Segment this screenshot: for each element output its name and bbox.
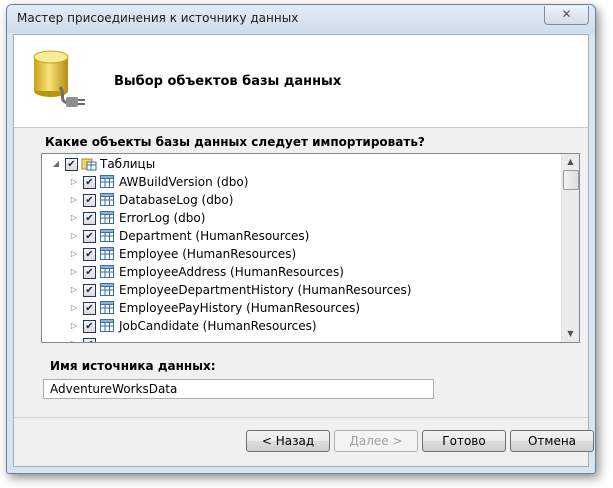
- item-label: EmployeePayHistory (HumanResources): [119, 301, 361, 315]
- scroll-up-arrow-icon[interactable]: ▲: [562, 154, 579, 170]
- item-label: JobCandidate (HumanResources): [119, 319, 317, 333]
- expand-arrow-icon[interactable]: ▷: [69, 191, 79, 209]
- collapse-arrow-icon[interactable]: ◢: [51, 155, 61, 173]
- item-label: EmployeeDepartmentHistory (HumanResource…: [119, 283, 412, 297]
- item-checkbox[interactable]: ✔: [83, 284, 96, 297]
- table-icon: [100, 211, 114, 224]
- expand-arrow-icon[interactable]: ▷: [69, 335, 79, 342]
- tree-scrollbar[interactable]: ▲ ▼: [561, 154, 579, 342]
- table-icon: [100, 265, 114, 278]
- item-label: EmployeeAddress (HumanResources): [119, 265, 344, 279]
- datasource-name-input[interactable]: [43, 379, 434, 399]
- item-label: DatabaseLog (dbo): [119, 193, 234, 207]
- expand-arrow-icon[interactable]: ▷: [69, 263, 79, 281]
- item-checkbox[interactable]: ✔: [83, 194, 96, 207]
- item-label: AWBuildVersion (dbo): [119, 175, 249, 189]
- next-button[interactable]: Далее >: [334, 430, 418, 452]
- tree-root-label: Таблицы: [100, 157, 156, 171]
- wizard-header: Выбор объектов базы данных: [14, 35, 588, 128]
- window-title: Мастер присоединения к источнику данных: [17, 11, 299, 25]
- cancel-button[interactable]: Отмена: [510, 430, 594, 452]
- item-checkbox[interactable]: ✔: [83, 176, 96, 189]
- wizard-window: Мастер присоединения к источнику данных …: [6, 4, 596, 474]
- close-button[interactable]: ✕: [544, 6, 589, 25]
- expand-arrow-icon[interactable]: ▷: [69, 173, 79, 191]
- expand-arrow-icon[interactable]: ▷: [69, 299, 79, 317]
- expand-arrow-icon[interactable]: ▷: [69, 245, 79, 263]
- finish-button[interactable]: Готово: [422, 430, 506, 452]
- datasource-name-label: Имя источника данных:: [50, 359, 216, 373]
- table-icon: [100, 319, 114, 332]
- item-checkbox[interactable]: ✔: [83, 230, 96, 243]
- database-objects-tree[interactable]: ◢ ✔ Таблицы ▷ ✔ AWBuildVersion (dbo) ▷ ✔: [41, 153, 580, 343]
- item-checkbox[interactable]: ✔: [83, 302, 96, 315]
- title-bar: Мастер присоединения к источнику данных …: [7, 5, 595, 33]
- item-checkbox[interactable]: ✔: [83, 248, 96, 261]
- tables-folder-icon: [81, 158, 97, 171]
- item-checkbox[interactable]: ✔: [83, 320, 96, 333]
- item-label: Department (HumanResources): [119, 229, 310, 243]
- button-separator: [14, 417, 588, 418]
- item-checkbox[interactable]: ✔: [83, 266, 96, 279]
- scroll-down-arrow-icon[interactable]: ▼: [562, 326, 579, 342]
- checkbox-tables[interactable]: ✔: [65, 158, 78, 171]
- wizard-content: Выбор объектов базы данных Какие объекты…: [13, 34, 594, 467]
- item-label: ErrorLog (dbo): [119, 211, 206, 225]
- item-checkbox[interactable]: ✔: [83, 338, 96, 342]
- item-label: Employee (HumanResources): [119, 247, 297, 261]
- scroll-thumb[interactable]: [563, 170, 579, 190]
- table-icon: [100, 301, 114, 314]
- expand-arrow-icon[interactable]: ▷: [69, 281, 79, 299]
- table-icon: [100, 247, 114, 260]
- back-button[interactable]: < Назад: [246, 430, 330, 452]
- objects-question-label: Какие объекты базы данных следует импорт…: [45, 135, 425, 149]
- expand-arrow-icon[interactable]: ▷: [69, 317, 79, 335]
- expand-arrow-icon[interactable]: ▷: [69, 227, 79, 245]
- table-icon: [100, 175, 114, 188]
- database-plug-icon: [33, 50, 85, 107]
- table-icon: [100, 283, 114, 296]
- expand-arrow-icon[interactable]: ▷: [69, 209, 79, 227]
- table-icon: [100, 229, 114, 242]
- item-checkbox[interactable]: ✔: [83, 212, 96, 225]
- table-icon: [100, 193, 114, 206]
- page-title: Выбор объектов базы данных: [114, 74, 342, 89]
